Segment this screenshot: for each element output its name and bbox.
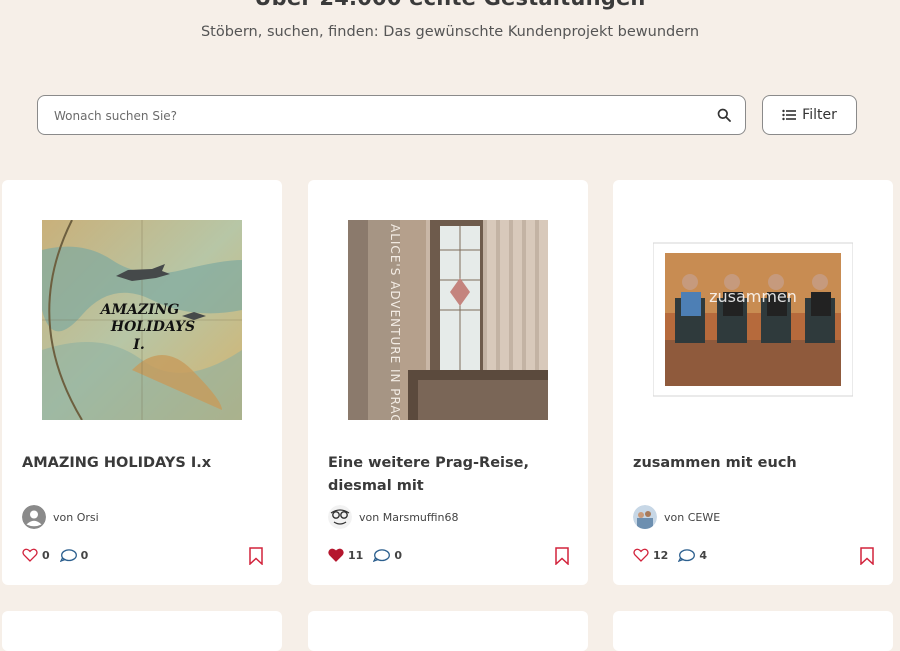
comment-count: 4	[699, 548, 707, 562]
comment-icon[interactable]	[373, 548, 391, 562]
bookmark-icon[interactable]	[249, 547, 263, 565]
project-card[interactable]: AMAZING HOLIDAYS I. AMAZING HOLIDAYS I.x…	[2, 180, 282, 585]
hero-subtitle: Stöbern, suchen, finden: Das gewünschte …	[200, 24, 700, 40]
card-title[interactable]: Eine weitere Prag-Reise, diesmal mit	[328, 452, 558, 498]
project-card-next-row[interactable]	[308, 611, 588, 651]
comment-stat[interactable]: 0	[373, 549, 402, 562]
hero-title: Über 24.000 echte Gestaltungen	[0, 0, 900, 10]
heart-outline-icon[interactable]	[22, 548, 38, 562]
cover-title-2: HOLIDAYS	[110, 319, 195, 335]
heart-outline-icon[interactable]	[633, 548, 649, 562]
comment-icon[interactable]	[678, 548, 696, 562]
cover-overlay-text: zusammen	[709, 287, 797, 306]
comment-stat[interactable]: 0	[59, 548, 89, 562]
list-icon	[782, 109, 797, 121]
comment-stat[interactable]: 4	[678, 549, 707, 562]
like-count: 12	[653, 548, 669, 562]
project-card[interactable]: zusammen zusammen mit euch von CEWE 12 4	[613, 180, 893, 585]
author[interactable]: von Marsmuffin68	[328, 505, 458, 529]
like-stat[interactable]: 11	[328, 548, 363, 562]
cover-image[interactable]: AMAZING HOLIDAYS I.	[42, 220, 242, 420]
comment-icon[interactable]	[59, 548, 77, 562]
like-count: 11	[348, 548, 364, 562]
search-icon[interactable]	[717, 108, 731, 122]
card-title[interactable]: AMAZING HOLIDAYS I.x	[22, 452, 252, 475]
card-title[interactable]: zusammen mit euch	[633, 452, 863, 475]
author-name: von CEWE	[664, 510, 721, 524]
bookmark-icon[interactable]	[860, 547, 874, 565]
search-bar[interactable]	[37, 95, 746, 136]
avatar-photo-icon	[633, 505, 657, 529]
comment-count: 0	[394, 548, 402, 562]
author-name: von Marsmuffin68	[359, 510, 459, 524]
cover-title-3: I.	[132, 337, 144, 353]
card-stats: 0 0	[22, 548, 98, 562]
cover-image[interactable]: zusammen	[653, 220, 853, 420]
project-card[interactable]: ALICE'S ADVENTURE IN PRAGUE Eine weitere…	[308, 180, 588, 585]
cover-spine-title: ALICE'S ADVENTURE IN PRAGUE	[388, 224, 402, 420]
bookmark-icon[interactable]	[555, 547, 569, 565]
card-stats: 12 4	[633, 548, 717, 562]
like-stat[interactable]: 12	[633, 548, 668, 562]
avatar-placeholder-icon	[22, 505, 46, 529]
filter-button[interactable]: Filter	[762, 95, 857, 135]
comment-count: 0	[80, 548, 89, 562]
filter-label: Filter	[802, 107, 837, 123]
heart-filled-icon[interactable]	[328, 548, 344, 562]
card-stats: 11 0	[328, 548, 412, 562]
cover-image[interactable]: ALICE'S ADVENTURE IN PRAGUE	[348, 220, 548, 420]
author-name: von Orsi	[53, 510, 99, 524]
project-card-next-row[interactable]	[613, 611, 893, 651]
cover-title-1: AMAZING	[99, 302, 180, 318]
avatar-sketch-icon	[328, 505, 352, 529]
project-card-next-row[interactable]	[2, 611, 282, 651]
like-count: 0	[42, 548, 50, 562]
search-input[interactable]	[52, 96, 696, 136]
author[interactable]: von CEWE	[633, 505, 720, 529]
author[interactable]: von Orsi	[22, 505, 99, 529]
like-stat[interactable]: 0	[22, 548, 50, 562]
